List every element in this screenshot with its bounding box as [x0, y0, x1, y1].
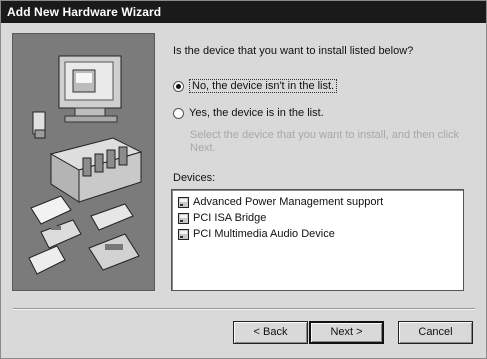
- devices-listbox[interactable]: Advanced Power Management support PCI IS…: [171, 189, 464, 291]
- hardware-illustration: [12, 33, 155, 291]
- option-not-in-list-label[interactable]: No, the device isn't in the list.: [189, 79, 338, 93]
- list-item[interactable]: PCI Multimedia Audio Device: [178, 228, 335, 240]
- list-item-label: PCI ISA Bridge: [193, 212, 267, 224]
- list-item[interactable]: Advanced Power Management support: [178, 196, 383, 208]
- wizard-dialog: Add New Hardware Wizard Is the device th…: [0, 0, 487, 359]
- device-icon: [178, 228, 189, 240]
- list-item[interactable]: PCI ISA Bridge: [178, 212, 266, 224]
- radio-selected-icon[interactable]: [173, 80, 184, 92]
- title-bar[interactable]: Add New Hardware Wizard: [1, 1, 486, 23]
- wizard-question: Is the device that you want to install l…: [173, 45, 414, 57]
- next-button[interactable]: Next >: [309, 321, 384, 344]
- radio-unselected-icon[interactable]: [173, 107, 184, 119]
- option-not-in-list[interactable]: No, the device isn't in the list.: [173, 79, 338, 93]
- device-icon: [178, 212, 189, 224]
- option-in-list[interactable]: Yes, the device is in the list.: [173, 107, 324, 119]
- devices-label: Devices:: [173, 172, 216, 184]
- device-icon: [178, 196, 189, 208]
- button-separator: [13, 308, 475, 310]
- list-item-label: Advanced Power Management support: [193, 196, 384, 208]
- cancel-button[interactable]: Cancel: [398, 321, 473, 344]
- back-button[interactable]: < Back: [233, 321, 308, 344]
- option-in-list-label[interactable]: Yes, the device is in the list.: [189, 107, 324, 119]
- hardware-illustration-icon: [28, 55, 143, 275]
- disabled-hint-text: Select the device that you want to insta…: [190, 129, 460, 154]
- list-item-label: PCI Multimedia Audio Device: [193, 228, 335, 240]
